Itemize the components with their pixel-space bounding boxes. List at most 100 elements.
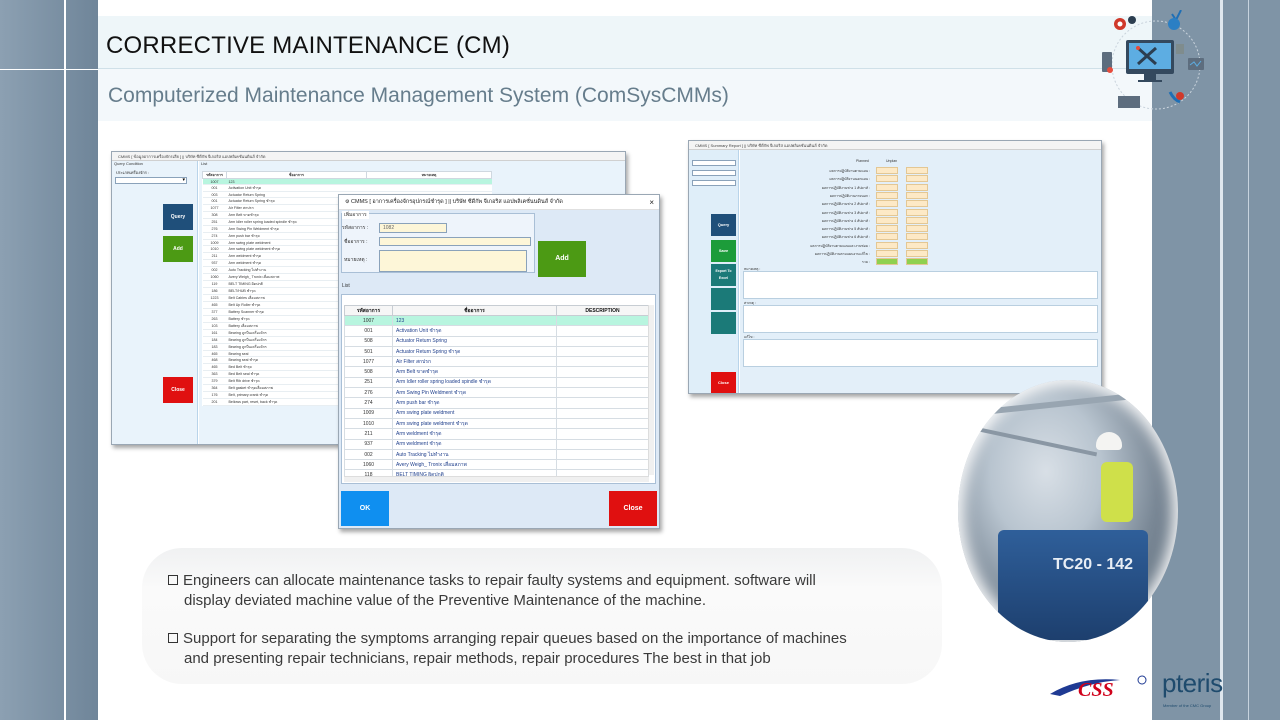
pteris-logo-sub: Member of the CMC Group — [1163, 703, 1212, 708]
cell-code: 1077 — [202, 204, 227, 212]
planned-value-field[interactable] — [876, 258, 898, 266]
query-button[interactable]: Query — [163, 204, 193, 230]
table-row[interactable]: 002 Auto Tracking ไม่ทำงาน — [344, 448, 649, 461]
close-button[interactable]: Close — [163, 377, 193, 403]
symptom-code-field[interactable]: 1082 — [379, 223, 447, 233]
cell-code: 468 — [202, 356, 227, 364]
maintenance-illustration-icon — [1102, 10, 1204, 110]
export-button-3[interactable] — [711, 312, 736, 334]
planned-value-field[interactable] — [876, 241, 898, 249]
planned-value-field[interactable] — [876, 191, 898, 199]
remark-textbox[interactable] — [743, 271, 1098, 299]
cell-description — [556, 417, 649, 430]
cell-code: 379 — [202, 377, 227, 385]
close-icon[interactable]: × — [649, 195, 654, 210]
planned-value-field[interactable] — [876, 200, 898, 208]
export-excel-button[interactable]: Export To Excel — [711, 264, 736, 286]
table-row[interactable]: 508 Arm Belt ขาดชำรุด — [344, 366, 649, 378]
fix-textbox[interactable] — [743, 339, 1098, 367]
cell-code: 465 — [202, 301, 227, 309]
planned-value-field[interactable] — [876, 250, 898, 257]
add-symptom-group-label: เพิ่มอาการ — [342, 211, 369, 219]
table-row[interactable]: 001 Activation Unit ชำรุด — [202, 184, 492, 192]
summary-row-label: ผลการปฏิบัติงานช่าง 6 สัปดาห์ : — [821, 235, 870, 240]
table-row[interactable]: 501 Actuator Return Spring ชำรุด — [344, 345, 649, 358]
unplan-value-field[interactable] — [906, 241, 928, 249]
cell-code: 937 — [344, 438, 393, 450]
column-header-name[interactable]: ชื่ออาการ — [392, 305, 557, 316]
table-row[interactable]: 1009 Arm swing plate weldment — [344, 407, 649, 419]
table-row[interactable]: 251 Arm Idler roller spring loaded spindl… — [344, 376, 649, 389]
table-row[interactable]: 1010 Arm swing plate weldment ชำรุด — [344, 417, 649, 430]
ok-button[interactable]: OK — [341, 491, 389, 526]
table-row[interactable]: 1077 Air Filter สกปรก — [344, 356, 649, 368]
planned-value-field[interactable] — [876, 175, 898, 183]
planned-value-field[interactable] — [876, 225, 898, 233]
column-header-name[interactable]: ชื่ออาการ — [226, 171, 367, 179]
export-button-2[interactable] — [711, 288, 736, 310]
table-row[interactable]: 276 Arm Swing Pin Weldment ชำรุด — [344, 387, 649, 399]
vertical-scrollbar[interactable] — [648, 305, 654, 475]
summary-row-label: ผลการปฏิบัติงานช่าง 5 สัปดาห์ : — [821, 227, 870, 232]
column-header-description[interactable]: DESCRIPTION — [556, 305, 649, 316]
table-row[interactable]: 937 Arm weldment ชำรุด — [344, 438, 649, 450]
unplan-value-field[interactable] — [906, 200, 928, 208]
list-label: List — [342, 283, 350, 289]
unplan-value-field[interactable] — [906, 225, 928, 233]
unplan-value-field[interactable] — [906, 191, 928, 199]
cell-code: 363 — [202, 370, 227, 378]
planned-value-field[interactable] — [876, 183, 898, 191]
add-button[interactable]: Add — [538, 241, 586, 277]
planned-value-field[interactable] — [876, 208, 898, 216]
month-select[interactable] — [692, 170, 736, 176]
unplan-value-field[interactable] — [906, 258, 928, 266]
summary-row: ผลการปฏิบัติงานตามแผนงานแก้ไข : — [760, 250, 1060, 258]
add-button[interactable]: Add — [163, 236, 193, 262]
summary-row: ผลการปฏิบัติงานช่าง 1 สัปดาห์ : — [760, 183, 1060, 192]
table-row[interactable]: 211 Arm weldment ชำรุด — [344, 428, 649, 440]
table-row[interactable]: 001 Activation Unit ชำรุด — [344, 325, 649, 337]
cell-code: 183 — [202, 343, 227, 351]
photo-machine — [998, 530, 1148, 640]
add-symptom-dialog: ⚙ CMMS [ อาการเครื่องจักรอุปกรณ์ชำรุด ] … — [338, 194, 660, 529]
bullet-item-1: Engineers can allocate maintenance tasks… — [168, 571, 928, 611]
cause-textbox[interactable] — [743, 305, 1098, 333]
planned-value-field[interactable] — [876, 167, 898, 174]
unplan-value-field[interactable] — [906, 175, 928, 183]
table-row[interactable]: 508 Actuator Return Spring — [344, 335, 649, 347]
column-header-code[interactable]: รหัสอาการ — [344, 305, 393, 316]
unplan-value-field[interactable] — [906, 233, 928, 241]
horizontal-scrollbar[interactable] — [344, 476, 649, 482]
column-header-code[interactable]: รหัสอาการ — [202, 171, 227, 179]
close-button[interactable]: Close — [711, 372, 736, 393]
table-row[interactable]: 274 Arm push bar ชำรุด — [344, 397, 649, 409]
window-title: CMMS [ ข้อมูลอาการเครื่องจักรเสีย ] || บ… — [112, 152, 625, 161]
machine-type-select[interactable]: ▾ — [115, 177, 187, 184]
table-row[interactable]: 1007 123 — [344, 314, 649, 327]
save-button[interactable]: Save — [711, 240, 736, 262]
planned-value-field[interactable] — [876, 233, 898, 241]
right-frame-line-2 — [1248, 0, 1249, 720]
bullet-item-2: Support for separating the symptoms arra… — [168, 629, 928, 669]
symptom-note-field[interactable] — [379, 250, 527, 272]
cell-name: Arm weldment ชำรุด — [392, 438, 557, 450]
planned-value-field[interactable] — [876, 216, 898, 224]
cell-name: Activation Unit ชำรุด — [226, 184, 367, 192]
date-range-picker[interactable] — [692, 180, 736, 186]
unplan-value-field[interactable] — [906, 167, 928, 174]
cell-code: 508 — [344, 335, 393, 347]
year-select[interactable] — [692, 160, 736, 166]
column-header-note[interactable]: หมายเหตุ — [366, 171, 492, 179]
query-condition-label: Query Condition — [114, 161, 143, 166]
symptom-name-field[interactable] — [379, 237, 531, 246]
cell-description — [556, 366, 649, 378]
cell-description — [556, 325, 649, 337]
table-row[interactable]: 1060 Avery Weigh_ Tronix เสื่อมสภาพ — [344, 459, 649, 471]
symptom-list[interactable]: รหัสอาการ ชื่ออาการ DESCRIPTION 1007 123 0… — [341, 294, 656, 484]
unplan-value-field[interactable] — [906, 183, 928, 191]
unplan-value-field[interactable] — [906, 216, 928, 224]
query-button[interactable]: Query — [711, 214, 736, 236]
unplan-value-field[interactable] — [906, 208, 928, 216]
close-button[interactable]: Close — [609, 491, 657, 526]
unplan-value-field[interactable] — [906, 250, 928, 257]
